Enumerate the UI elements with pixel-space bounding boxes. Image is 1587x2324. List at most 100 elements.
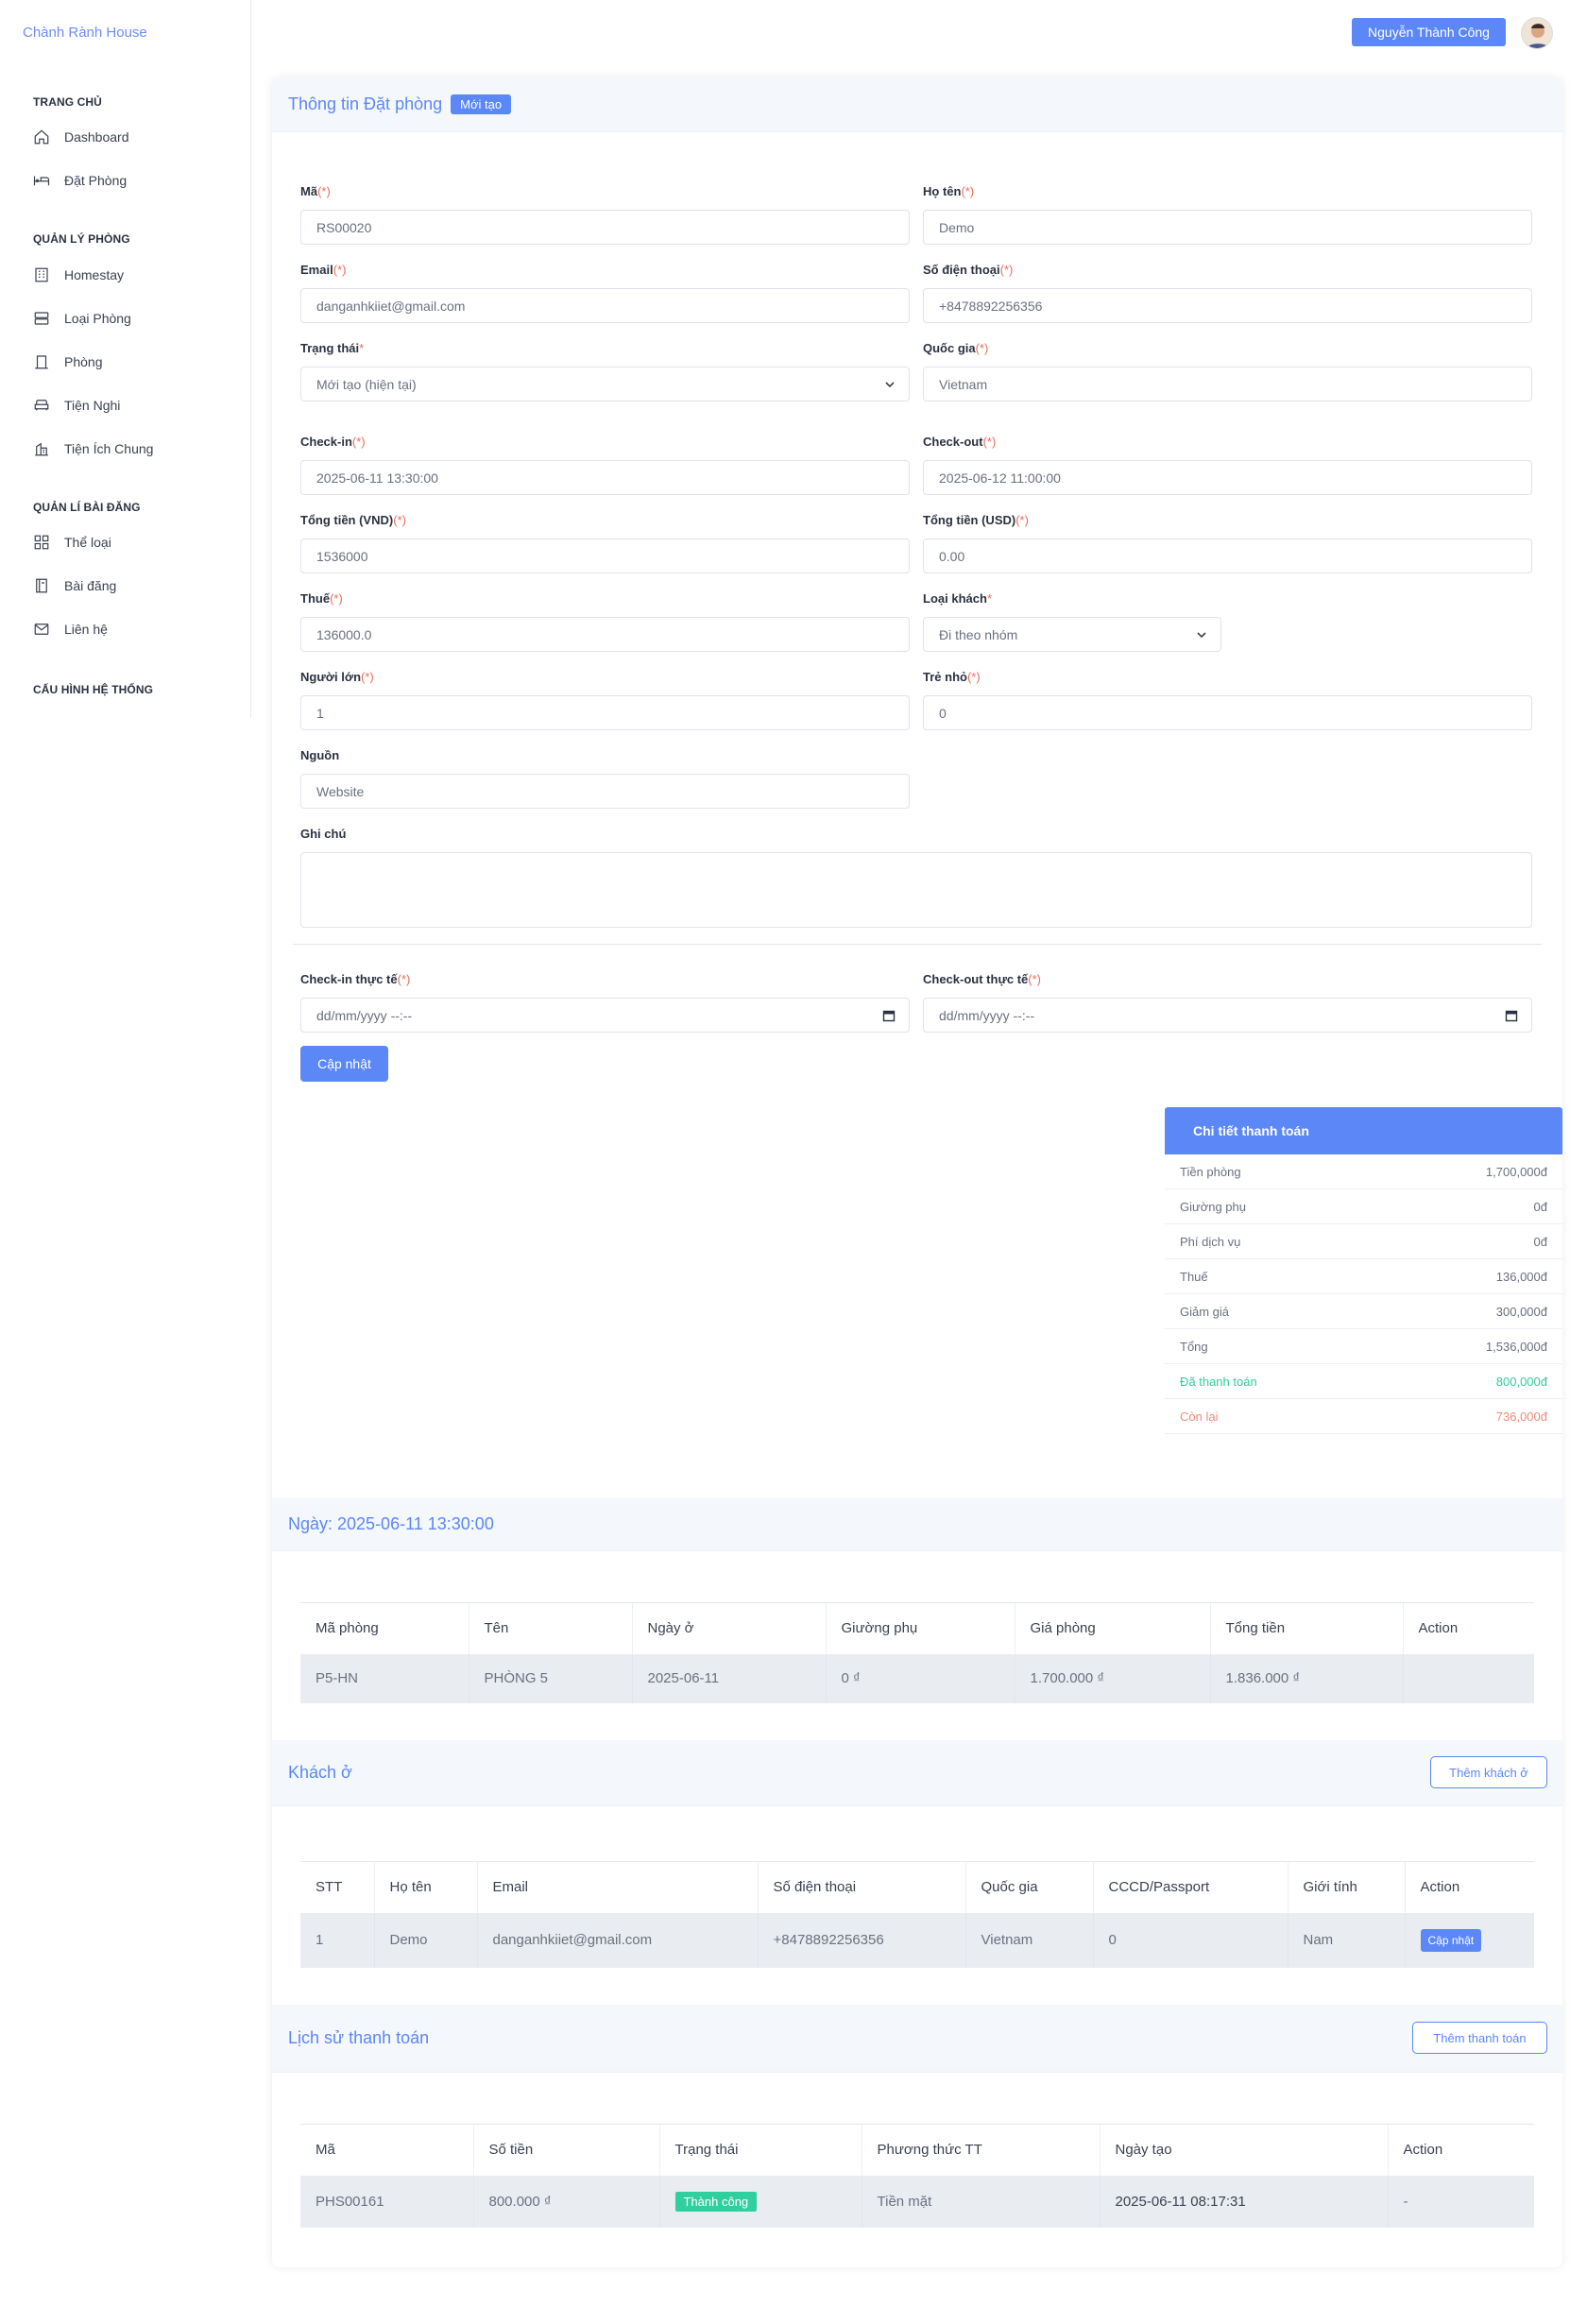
col-id-passport: CCCD/Passport — [1093, 1861, 1288, 1913]
add-guest-button[interactable]: Thêm khách ở — [1430, 1756, 1547, 1788]
adults-label: Người lớn(*) — [300, 670, 374, 684]
sidebar-item-amenities[interactable]: Tiện Nghi — [33, 393, 120, 418]
col-method: Phương thức TT — [862, 2124, 1101, 2176]
payments-table: Mã Số tiền Trạng thái Phương thức TT Ngà… — [300, 2124, 1534, 2228]
total-usd-input[interactable]: 0.00 — [923, 538, 1532, 573]
sidebar-item-rooms[interactable]: Phòng — [33, 350, 102, 374]
status-select[interactable]: Mới tạo (hiện tại) — [300, 367, 910, 402]
payment-details-title: Chi tiết thanh toán — [1165, 1107, 1562, 1154]
table-header-row: Mã Số tiền Trạng thái Phương thức TT Ngà… — [300, 2124, 1534, 2176]
col-action: Action — [1405, 1861, 1534, 1913]
payments-title: Lịch sử thanh toán — [288, 2028, 430, 2047]
sidebar-item-booking[interactable]: Đặt Phòng — [33, 168, 127, 193]
calendar-icon[interactable] — [1505, 1009, 1518, 1022]
sidebar-item-contact[interactable]: Liên hệ — [33, 617, 108, 641]
payment-row-tax: Thuế 136,000đ — [1165, 1259, 1562, 1294]
booking-section-header: Thông tin Đặt phòng Mới tạo — [272, 77, 1562, 132]
cell-amount: 800.000 ₫ — [473, 2175, 660, 2228]
sidebar-item-dashboard[interactable]: Dashboard — [33, 125, 129, 149]
note-textarea[interactable] — [300, 852, 1532, 928]
col-guest-name: Họ tên — [374, 1861, 478, 1913]
col-extra-bed: Giường phụ — [826, 1602, 1015, 1654]
guests-section-header: Khách ở — [272, 1740, 1562, 1806]
cell-room-price: 1.700.000 ₫ — [1015, 1653, 1211, 1703]
col-index: STT — [300, 1861, 375, 1913]
checkout-input[interactable]: 2025-06-12 11:00:00 — [923, 460, 1532, 495]
name-input[interactable]: Demo — [923, 210, 1532, 245]
source-input[interactable]: Website — [300, 774, 910, 809]
book-icon — [33, 577, 50, 594]
sidebar-item-label: Đặt Phòng — [64, 173, 128, 188]
tax-input[interactable]: 136000.0 — [300, 617, 910, 652]
payments-section-header: Lịch sử thanh toán — [272, 2005, 1562, 2073]
brand-logo[interactable]: Chành Rành House — [23, 25, 147, 41]
sidebar-item-label: Thể loại — [64, 535, 111, 550]
col-room-price: Giá phòng — [1015, 1602, 1211, 1654]
sidebar-item-common-facilities[interactable]: Tiện Ích Chung — [33, 436, 153, 461]
sidebar-item-homestay[interactable]: Homestay — [33, 263, 124, 287]
page-title: Thông tin Đặt phòng — [288, 94, 443, 113]
table-row: P5-HN PHÒNG 5 2025-06-11 0 ₫ 1.700.000 ₫… — [300, 1653, 1534, 1703]
payment-row-paid: Đã thanh toán 800,000đ — [1165, 1364, 1562, 1399]
chevron-down-icon — [1197, 631, 1206, 638]
col-action: Action — [1403, 1602, 1534, 1654]
guest-type-label: Loại khách* — [923, 591, 992, 606]
status-label: Trạng thái* — [300, 341, 365, 355]
col-total: Tổng tiền — [1210, 1602, 1404, 1654]
cell-action — [1403, 1653, 1534, 1703]
add-payment-button[interactable]: Thêm thanh toán — [1412, 2022, 1547, 2054]
nav-section-system[interactable]: CẤU HÌNH HỆ THỐNG — [33, 683, 153, 696]
col-phone: Số điện thoại — [758, 1861, 966, 1913]
actual-checkin-placeholder: dd/mm/yyyy --:-- — [316, 1007, 413, 1023]
code-label: Mã(*) — [300, 184, 331, 198]
cell-gender: Nam — [1288, 1912, 1406, 1968]
calendar-icon[interactable] — [882, 1009, 896, 1022]
checkin-input[interactable]: 2025-06-11 13:30:00 — [300, 460, 910, 495]
sidebar-item-posts[interactable]: Bài đăng — [33, 573, 116, 598]
email-label: Email(*) — [300, 263, 347, 277]
checkout-label: Check-out(*) — [923, 435, 997, 449]
guest-type-select[interactable]: Đi theo nhóm — [923, 617, 1221, 652]
payment-row-service-fee: Phí dịch vụ 0đ — [1165, 1224, 1562, 1259]
actual-checkout-placeholder: dd/mm/yyyy --:-- — [939, 1007, 1035, 1023]
cell-created: 2025-06-11 08:17:31 — [1100, 2175, 1389, 2228]
sofa-icon — [33, 397, 50, 414]
user-menu-button[interactable]: Nguyễn Thành Công — [1352, 18, 1506, 46]
chevron-down-icon — [885, 381, 895, 387]
payment-row-discount: Giảm giá 300,000đ — [1165, 1294, 1562, 1329]
col-room-name: Tên — [469, 1602, 633, 1654]
nav-section-home: TRANG CHỦ — [33, 95, 102, 109]
col-status: Trạng thái — [659, 2124, 862, 2176]
country-input[interactable]: Vietnam — [923, 367, 1532, 402]
payment-row-total: Tổng 1,536,000đ — [1165, 1329, 1562, 1364]
actual-checkin-label: Check-in thực tế(*) — [300, 972, 411, 986]
cell-email: danganhkiiet@gmail.com — [477, 1912, 759, 1968]
sidebar-item-categories[interactable]: Thể loại — [33, 530, 111, 555]
sidebar-item-label: Dashboard — [64, 129, 129, 145]
col-country: Quốc gia — [965, 1861, 1094, 1913]
payment-row-extra-bed: Giường phụ 0đ — [1165, 1189, 1562, 1224]
city-icon — [33, 440, 50, 457]
adults-input[interactable]: 1 — [300, 695, 910, 730]
country-label: Quốc gia(*) — [923, 341, 989, 355]
col-amount: Số tiền — [473, 2124, 660, 2176]
actual-checkout-input[interactable]: dd/mm/yyyy --:-- — [923, 998, 1532, 1033]
form-divider — [293, 944, 1542, 945]
cell-id-passport: 0 — [1093, 1912, 1288, 1968]
update-button[interactable]: Cập nhật — [300, 1046, 388, 1082]
bed-icon — [33, 172, 50, 189]
nav-section-rooms: QUẢN LÝ PHÒNG — [33, 232, 130, 246]
email-field[interactable]: danganhkiiet@gmail.com — [300, 288, 910, 323]
avatar[interactable] — [1521, 17, 1553, 49]
avatar-icon — [1522, 18, 1552, 48]
children-input[interactable]: 0 — [923, 695, 1532, 730]
sidebar-item-room-types[interactable]: Loại Phòng — [33, 306, 131, 331]
col-created: Ngày tạo — [1100, 2124, 1389, 2176]
actual-checkin-input[interactable]: dd/mm/yyyy --:-- — [300, 998, 910, 1033]
update-guest-button[interactable]: Cập nhật — [1420, 1929, 1482, 1952]
code-input[interactable]: RS00020 — [300, 210, 910, 245]
cell-guest-name: Demo — [374, 1912, 478, 1968]
phone-input[interactable]: +8478892256356 — [923, 288, 1532, 323]
col-gender: Giới tính — [1288, 1861, 1406, 1913]
total-vnd-input[interactable]: 1536000 — [300, 538, 910, 573]
